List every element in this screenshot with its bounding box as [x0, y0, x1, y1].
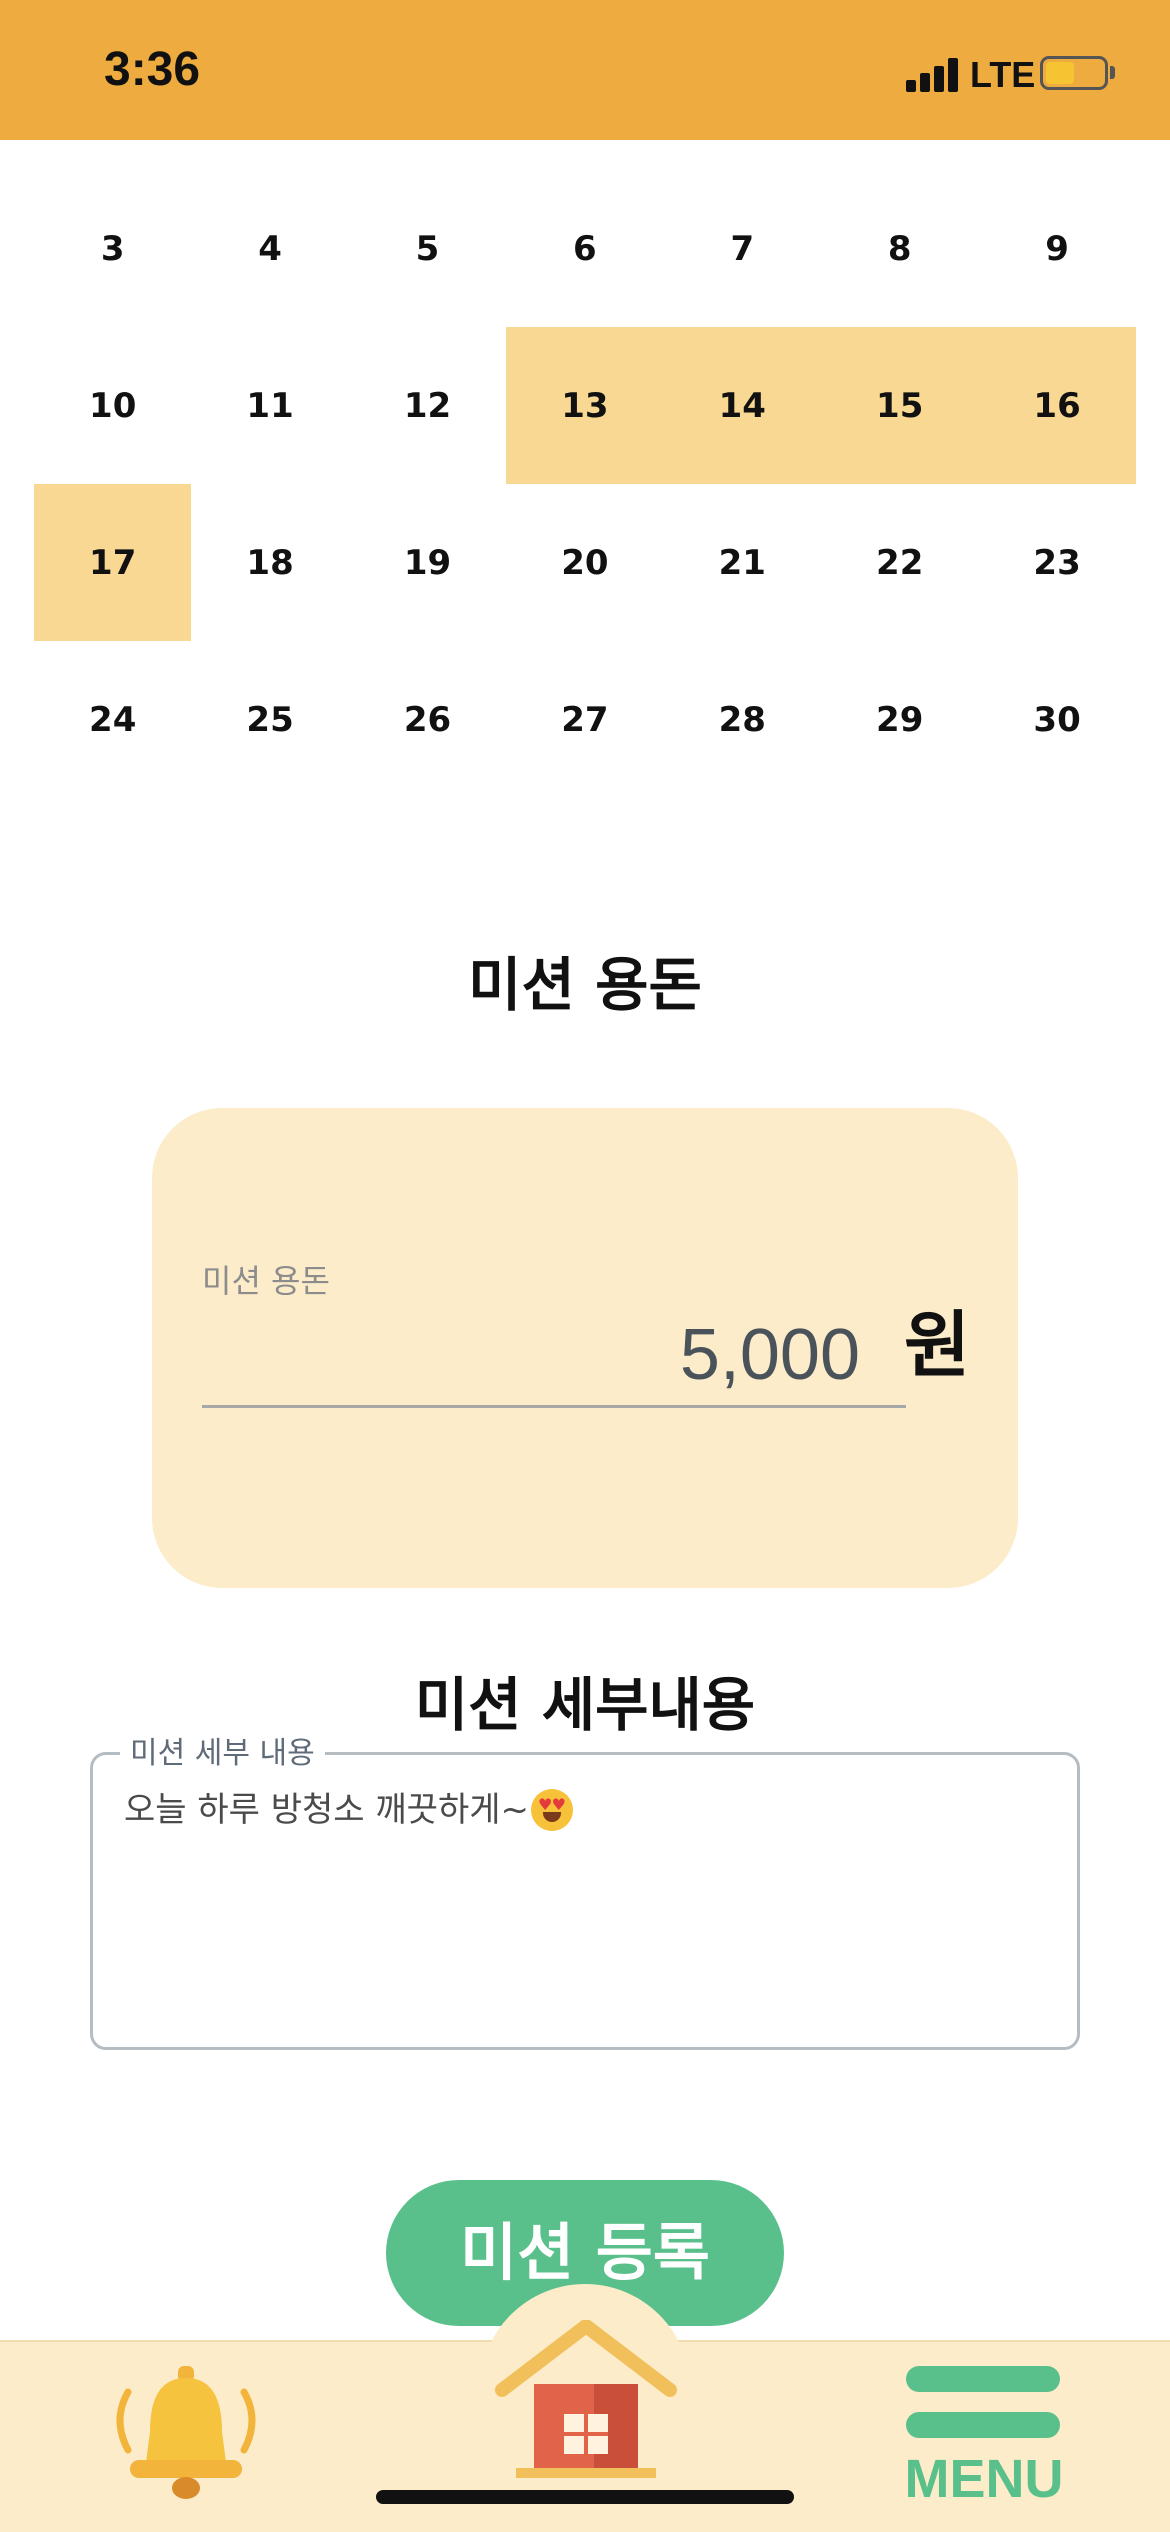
calendar-day[interactable]: 5: [349, 170, 506, 327]
allowance-section-title: 미션 용돈: [468, 951, 702, 1019]
calendar-day[interactable]: 3: [34, 170, 191, 327]
calendar-day[interactable]: 28: [664, 641, 821, 798]
calendar-week-row: 17 18 19 20 21 22 23: [34, 484, 1136, 641]
calendar-day[interactable]: 12: [349, 327, 506, 484]
calendar-day[interactable]: 6: [506, 170, 663, 327]
currency-unit: 원: [904, 1303, 971, 1387]
battery-cap: [1110, 66, 1115, 79]
menu-bar-top: [906, 2366, 1060, 2392]
bell-icon[interactable]: [106, 2362, 266, 2512]
calendar-day[interactable]: 23: [978, 484, 1135, 641]
calendar-day[interactable]: 4: [191, 170, 348, 327]
battery-icon: [1040, 56, 1108, 90]
menu-label: MENU: [904, 2449, 1064, 2509]
status-time: 3:36: [104, 43, 201, 96]
heart-eyes-emoji-icon: [531, 1789, 573, 1831]
allowance-field-label: 미션 용돈: [202, 1262, 330, 1300]
calendar-week-row: 3456789: [34, 170, 1136, 327]
details-text[interactable]: 오늘 하루 방청소 깨끗하게~: [124, 1782, 1054, 1831]
calendar-day[interactable]: 27: [506, 641, 663, 798]
calendar-day[interactable]: 13: [506, 327, 664, 484]
calendar-day[interactable]: 16: [978, 327, 1136, 484]
calendar-day[interactable]: 21: [664, 484, 821, 641]
calendar-day[interactable]: 26: [349, 641, 506, 798]
calendar-week-row: 10 11 12 13 14 15 16: [34, 327, 1136, 484]
calendar-day[interactable]: 24: [34, 641, 191, 798]
signal-icon: [906, 58, 960, 92]
calendar-day[interactable]: 29: [821, 641, 978, 798]
calendar-day[interactable]: 20: [506, 484, 663, 641]
calendar-grid: 3 4 5 6 7 8 9 10 11 12 13 14 15 16 17 18 19 20 21 22 23 24 25 2…: [34, 170, 1136, 798]
calendar-week-row: 24 25 26 27 28 29 30: [34, 641, 1136, 798]
details-field-label: 미션 세부 내용: [120, 1728, 325, 1772]
calendar-day[interactable]: 11: [191, 327, 348, 484]
allowance-card: 미션 용돈 원: [152, 1108, 1018, 1588]
network-label: LTE: [970, 54, 1036, 95]
calendar-day[interactable]: 7: [664, 170, 821, 327]
calendar-day[interactable]: 18: [191, 484, 348, 641]
calendar-day[interactable]: 8: [821, 170, 978, 327]
home-indicator: [376, 2490, 794, 2504]
home-icon[interactable]: [494, 2320, 678, 2480]
menu-bar-bottom: [906, 2412, 1060, 2438]
calendar-day[interactable]: 19: [349, 484, 506, 641]
calendar-day[interactable]: 9: [978, 170, 1135, 327]
calendar-day[interactable]: 30: [978, 641, 1135, 798]
status-bar: 3:36 LTE: [0, 0, 1170, 140]
calendar-day[interactable]: 14: [663, 327, 821, 484]
calendar-day[interactable]: 10: [34, 327, 191, 484]
menu-button[interactable]: MENU: [900, 2366, 1068, 2509]
details-text-value: 오늘 하루 방청소 깨끗하게~: [124, 1790, 529, 1830]
allowance-input[interactable]: [202, 1304, 906, 1408]
calendar-day[interactable]: 25: [191, 641, 348, 798]
calendar-day[interactable]: 22: [821, 484, 978, 641]
calendar-day[interactable]: 17: [34, 484, 192, 641]
calendar-day[interactable]: 15: [821, 327, 979, 484]
